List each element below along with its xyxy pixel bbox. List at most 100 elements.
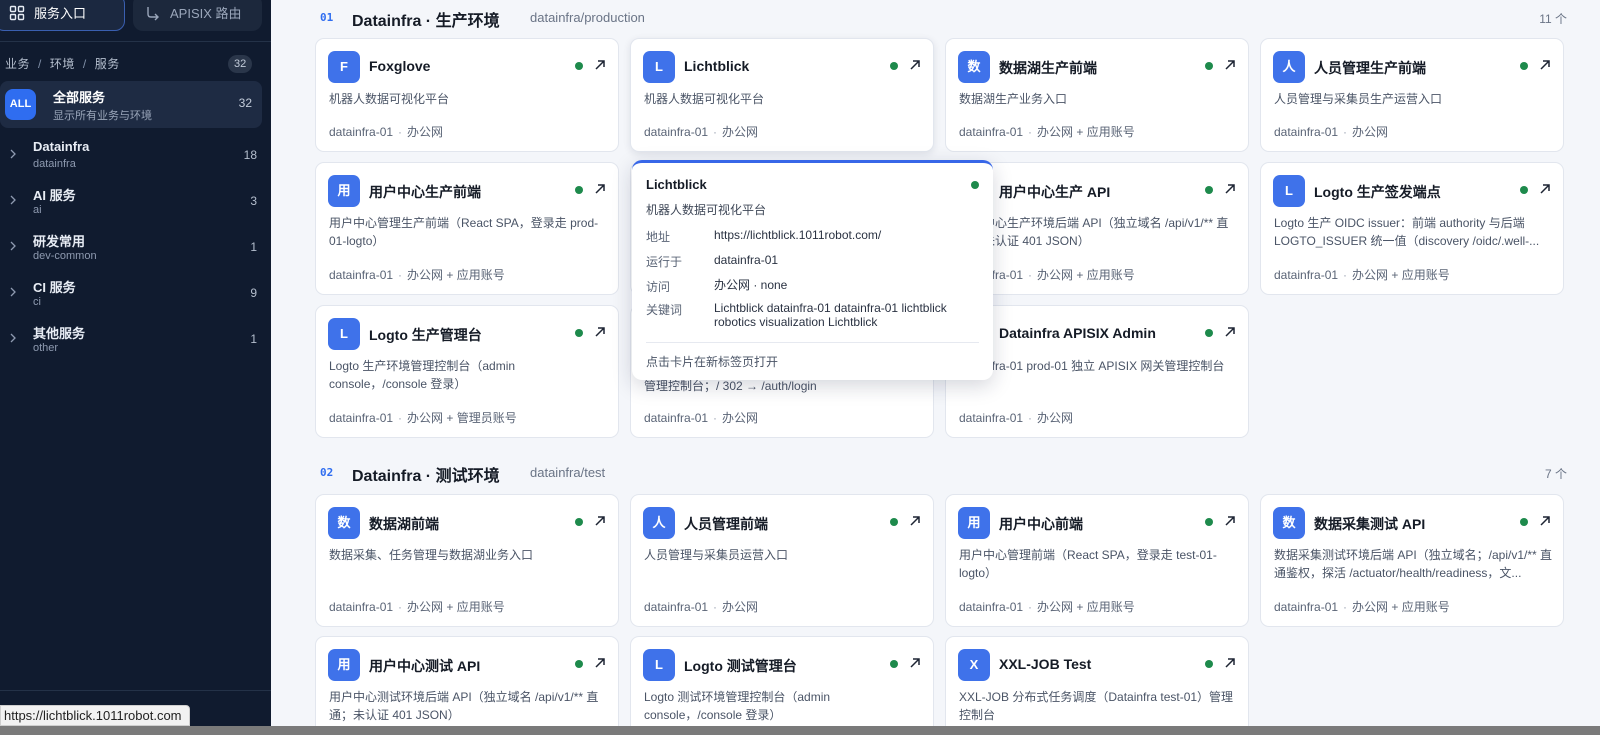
- service-card[interactable]: 人 人员管理生产前端 人员管理与采集员生产运营入口 datainfra-01 · 办…: [1260, 38, 1564, 152]
- service-card[interactable]: 用 用户中心测试 API 用户中心测试环境后端 API（独立域名 /api/v1…: [315, 636, 619, 726]
- external-link-icon[interactable]: [594, 657, 606, 669]
- main-content[interactable]: 01 Datainfra · 生产环境 datainfra/production…: [271, 0, 1600, 726]
- service-card[interactable]: L Lichtblick 机器人数据可视化平台 datainfra-01 · 办公网: [630, 38, 934, 152]
- external-link-icon[interactable]: [1224, 515, 1236, 527]
- section-path: datainfra/production: [530, 10, 645, 25]
- status-dot: [890, 518, 898, 526]
- external-link-icon[interactable]: [1539, 183, 1551, 195]
- service-title: 用户中心生产 API: [999, 184, 1111, 200]
- all-badge: ALL: [5, 89, 36, 120]
- tab-label: 服务入口: [34, 6, 87, 21]
- status-dot: [1205, 62, 1213, 70]
- service-card[interactable]: X XXL-JOB Test XXL-JOB 分布式任务调度（Datainfra…: [945, 636, 1249, 726]
- status-url: https://lichtblick.1011robot.com: [0, 705, 190, 726]
- service-card[interactable]: L Logto 生产管理台 Logto 生产环境管理控制台（admin cons…: [315, 305, 619, 438]
- status-dot: [575, 186, 583, 194]
- sidebar-item-sublabel: ai: [33, 204, 42, 216]
- service-description: Logto 测试环境管理控制台（admin console，/console 登…: [644, 690, 831, 722]
- service-badge: 用: [328, 175, 360, 207]
- tab-apisix-routes[interactable]: APISIX 路由: [133, 0, 262, 31]
- service-card[interactable]: 用 用户中心生产前端 用户中心管理生产前端（React SPA，登录走 prod…: [315, 162, 619, 295]
- external-link-icon[interactable]: [1224, 326, 1236, 338]
- service-description: XXL-JOB 分布式任务调度（Datainfra test-01）管理控制台: [959, 690, 1234, 722]
- service-meta: datainfra-01·办公网 + 应用账号: [1274, 600, 1450, 614]
- sidebar-item-count: 3: [250, 194, 257, 208]
- section-path: datainfra/test: [530, 465, 606, 480]
- service-host: datainfra-01: [644, 125, 709, 139]
- service-title: Logto 生产签发端点: [1314, 184, 1441, 200]
- sidebar-item-ci[interactable]: CI 服务 ci 9: [0, 274, 262, 316]
- service-badge: 人: [643, 507, 675, 539]
- external-link-icon[interactable]: [1224, 657, 1236, 669]
- service-host: datainfra-01: [329, 125, 394, 139]
- service-description: 用户中心生产环境后端 API（独立域名 /api/v1/** 直通；未认证 40…: [959, 216, 1229, 248]
- section-header-test: 02 Datainfra · 测试环境 datainfra/test 7 个: [320, 462, 1567, 485]
- tooltip-value: datainfra-01: [714, 253, 779, 267]
- service-card[interactable]: L Logto 生产签发端点 Logto 生产 OIDC issuer：前端 a…: [1260, 162, 1564, 295]
- status-dot: [890, 660, 898, 668]
- external-link-icon[interactable]: [594, 183, 606, 195]
- sidebar-item-all-services[interactable]: ALL 全部服务 显示所有业务与环境 32: [0, 81, 262, 128]
- tooltip-key: 关键词: [646, 303, 683, 317]
- service-badge: L: [328, 318, 360, 350]
- service-access: 办公网: [722, 411, 759, 425]
- service-card[interactable]: F Foxglove 机器人数据可视化平台 datainfra-01 · 办公网: [315, 38, 619, 152]
- service-host: datainfra-01: [1274, 600, 1339, 614]
- service-title: XXL-JOB Test: [999, 656, 1092, 672]
- service-access: 办公网: [407, 125, 444, 139]
- service-badge: L: [1273, 175, 1305, 207]
- sidebar-item-datainfra[interactable]: Datainfra datainfra 18: [0, 136, 262, 178]
- service-title: Foxglove: [369, 58, 431, 74]
- service-access: 办公网: [722, 600, 759, 614]
- status-dot: [1520, 62, 1528, 70]
- external-link-icon[interactable]: [909, 515, 921, 527]
- service-card[interactable]: 人 人员管理前端 人员管理与采集员运营入口 datainfra-01 · 办公网: [630, 494, 934, 627]
- section-number: 01: [320, 11, 334, 24]
- service-description: Logto 生产环境管理控制台（admin console，/console 登…: [329, 359, 516, 391]
- service-access: 办公网: [1037, 411, 1074, 425]
- service-badge: L: [643, 51, 675, 83]
- service-description: 数据采集测试环境后端 API（独立域名；/api/v1/** 直通鉴权，探活 /…: [1274, 548, 1553, 580]
- sidebar-item-count: 32: [238, 96, 252, 110]
- service-host: datainfra-01: [959, 411, 1024, 425]
- service-host: datainfra-01: [329, 600, 394, 614]
- tab-service-entry[interactable]: 服务入口: [0, 0, 125, 31]
- sidebar-item-sublabel: 显示所有业务与环境: [53, 110, 152, 122]
- service-badge: 用: [328, 649, 360, 681]
- external-link-icon[interactable]: [909, 657, 921, 669]
- service-card[interactable]: 用 用户中心前端 用户中心管理前端（React SPA，登录走 test-01-…: [945, 494, 1249, 627]
- chevron-right-icon: [10, 149, 16, 159]
- service-meta: datainfra-01·办公网 + 应用账号: [329, 268, 505, 282]
- service-title: 用户中心测试 API: [369, 658, 481, 674]
- service-meta: datainfra-01 · 办公网: [959, 411, 1074, 425]
- section-count: 7 个: [1544, 467, 1567, 481]
- tab-label: APISIX 路由: [170, 6, 242, 21]
- service-access: 办公网 + 应用账号: [1352, 268, 1450, 282]
- service-title: Logto 测试管理台: [684, 658, 797, 674]
- external-link-icon[interactable]: [1224, 59, 1236, 71]
- service-description: 机器人数据可视化平台: [329, 92, 450, 106]
- sidebar-item-other[interactable]: 其他服务 other 1: [0, 320, 262, 362]
- status-dot: [1520, 186, 1528, 194]
- service-title: 用户中心生产前端: [369, 184, 481, 200]
- external-link-icon[interactable]: [1224, 183, 1236, 195]
- sidebar-item-ai[interactable]: AI 服务 ai 3: [0, 182, 262, 224]
- external-link-icon[interactable]: [1539, 515, 1551, 527]
- external-link-icon[interactable]: [1539, 59, 1551, 71]
- service-description: 数据采集、任务管理与数据湖业务入口: [329, 548, 534, 562]
- external-link-icon[interactable]: [909, 59, 921, 71]
- status-dot: [1205, 518, 1213, 526]
- external-link-icon[interactable]: [594, 515, 606, 527]
- service-access: 办公网 + 应用账号: [1037, 125, 1135, 139]
- external-link-icon[interactable]: [594, 59, 606, 71]
- sidebar-item-dev-common[interactable]: 研发常用 dev-common 1: [0, 228, 262, 270]
- external-link-icon[interactable]: [594, 326, 606, 338]
- tooltip-key: 运行于: [646, 255, 683, 269]
- service-card[interactable]: L Logto 测试管理台 Logto 测试环境管理控制台（admin cons…: [630, 636, 934, 726]
- sidebar-item-sublabel: datainfra: [33, 158, 76, 170]
- service-card[interactable]: 数 数据采集测试 API 数据采集测试环境后端 API（独立域名；/api/v1…: [1260, 494, 1564, 627]
- service-host: datainfra-01: [644, 600, 709, 614]
- service-card[interactable]: 数 数据湖前端 数据采集、任务管理与数据湖业务入口 datainfra-01 · 办…: [315, 494, 619, 627]
- service-card[interactable]: 数 数据湖生产前端 数据湖生产业务入口 datainfra-01 · 办公网 + 应…: [945, 38, 1249, 152]
- service-meta: datainfra-01 · 办公网: [329, 125, 444, 139]
